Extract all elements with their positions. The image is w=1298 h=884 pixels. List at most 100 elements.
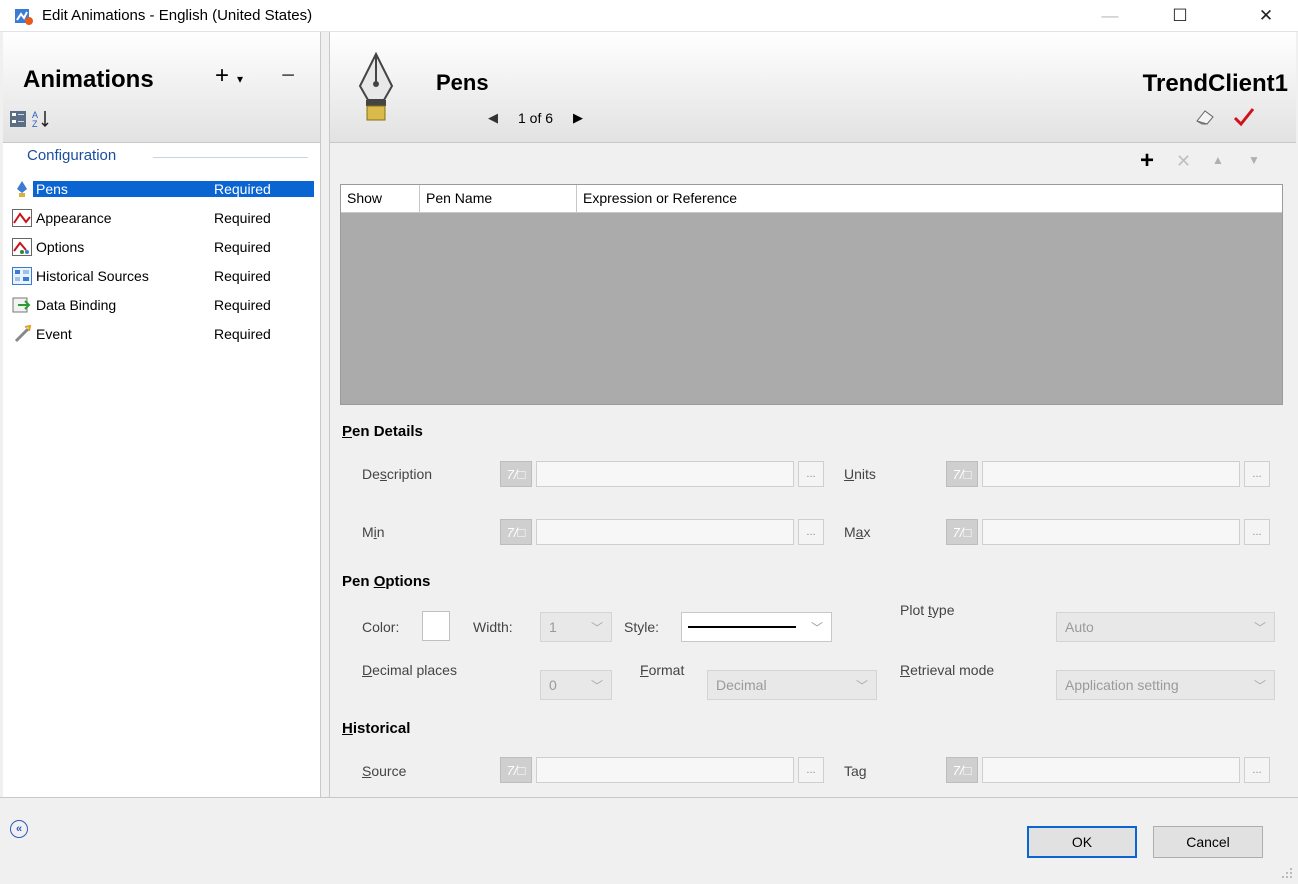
- client-name: TrendClient1: [1142, 70, 1288, 97]
- add-animation-button[interactable]: +: [215, 62, 229, 90]
- close-button[interactable]: ✕: [1243, 0, 1289, 31]
- format-select[interactable]: Decimal ﹀: [707, 670, 877, 700]
- units-label: Units: [844, 466, 876, 482]
- nav-item-historical-sources[interactable]: Historical Sources Required: [11, 263, 321, 289]
- decimal-places-label: Decimal places: [362, 662, 457, 678]
- delete-pen-icon[interactable]: ✕: [1176, 151, 1191, 172]
- retrieval-mode-label: Retrieval mode: [900, 662, 995, 678]
- source-field[interactable]: [536, 757, 794, 783]
- decimal-value: 0: [549, 677, 557, 693]
- historical-sources-icon: [11, 265, 33, 287]
- description-field[interactable]: [536, 461, 794, 487]
- nav-item-status: Required: [214, 297, 271, 313]
- width-label: Width:: [473, 619, 513, 635]
- nav-item-name: Historical Sources: [36, 268, 149, 284]
- data-binding-icon: [11, 294, 33, 316]
- configuration-section-label: Configuration: [27, 147, 117, 164]
- tag-expression-button[interactable]: 7/□: [946, 757, 978, 783]
- maximize-button[interactable]: ☐: [1157, 0, 1203, 31]
- add-pen-icon[interactable]: +: [1140, 149, 1154, 173]
- chevron-down-icon: ﹀: [590, 679, 603, 693]
- plot-type-select[interactable]: Auto ﹀: [1056, 612, 1275, 642]
- next-page-icon[interactable]: ▶: [573, 110, 583, 126]
- min-field[interactable]: [536, 519, 794, 545]
- tag-field[interactable]: [982, 757, 1240, 783]
- plot-type-label: Plot type: [900, 602, 955, 618]
- nav-item-status: Required: [214, 239, 271, 255]
- units-browse-button[interactable]: ...: [1244, 461, 1270, 487]
- color-swatch[interactable]: [422, 611, 450, 641]
- nav-item-status: Required: [212, 181, 314, 197]
- nav-item-appearance[interactable]: Appearance Required: [11, 205, 321, 231]
- eraser-icon[interactable]: [1194, 108, 1216, 129]
- page-title: Pens: [436, 70, 489, 95]
- resize-grip-icon[interactable]: [1280, 866, 1294, 883]
- minimize-button[interactable]: —: [1087, 0, 1133, 31]
- add-dropdown-icon[interactable]: ▾: [237, 72, 243, 86]
- min-expression-button[interactable]: 7/□: [500, 519, 532, 545]
- column-header-show[interactable]: Show: [341, 185, 420, 212]
- description-browse-button[interactable]: ...: [798, 461, 824, 487]
- chevron-down-icon: ﹀: [1253, 679, 1266, 693]
- width-value: 1: [549, 619, 557, 635]
- max-field[interactable]: [982, 519, 1240, 545]
- collapse-pane-icon[interactable]: «: [10, 820, 28, 838]
- table-header: Show Pen Name Expression or Reference: [341, 185, 1282, 213]
- categorized-view-icon[interactable]: [9, 110, 27, 131]
- left-header: Animations + ▾ − AZ: [3, 32, 320, 143]
- source-expression-button[interactable]: 7/□: [500, 757, 532, 783]
- min-browse-button[interactable]: ...: [798, 519, 824, 545]
- chevron-down-icon: ﹀: [590, 621, 603, 635]
- chevron-down-icon: ﹀: [855, 679, 868, 693]
- style-select[interactable]: ﹀: [681, 612, 832, 642]
- options-icon: [11, 236, 33, 258]
- tag-browse-button[interactable]: ...: [1244, 757, 1270, 783]
- section-divider: [153, 157, 308, 158]
- content-area: + ✕ ▲ ▼ Show Pen Name Expression or Refe…: [330, 143, 1296, 797]
- nav-item-data-binding[interactable]: Data Binding Required: [11, 292, 321, 318]
- remove-animation-button[interactable]: −: [281, 62, 295, 90]
- decimal-places-select[interactable]: 0 ﹀: [540, 670, 612, 700]
- app-icon: [14, 6, 34, 29]
- width-select[interactable]: 1 ﹀: [540, 612, 612, 642]
- pens-table[interactable]: Show Pen Name Expression or Reference: [340, 184, 1283, 405]
- max-expression-button[interactable]: 7/□: [946, 519, 978, 545]
- max-label: Max: [844, 524, 871, 540]
- units-field[interactable]: [982, 461, 1240, 487]
- nav-item-pens[interactable]: Pens Required: [11, 176, 321, 202]
- chevron-down-icon: ﹀: [810, 621, 823, 635]
- footer-divider: [0, 797, 1298, 798]
- previous-page-icon[interactable]: ◀: [488, 110, 498, 126]
- nav-item-name: Event: [36, 326, 72, 342]
- retrieval-value: Application setting: [1065, 677, 1179, 693]
- column-header-expression[interactable]: Expression or Reference: [577, 185, 1183, 212]
- retrieval-mode-select[interactable]: Application setting ﹀: [1056, 670, 1275, 700]
- move-down-icon[interactable]: ▼: [1248, 153, 1260, 167]
- page-indicator: 1 of 6: [518, 110, 554, 126]
- historical-heading: Historical: [342, 720, 411, 737]
- ok-button[interactable]: OK: [1027, 826, 1137, 858]
- line-style-preview: [688, 626, 796, 628]
- tag-label: Tag: [844, 763, 867, 779]
- nav-item-options[interactable]: Options Required: [11, 234, 321, 260]
- pager: ◀ 1 of 6 ▶: [488, 110, 583, 126]
- nav-item-event[interactable]: Event Required: [11, 321, 321, 347]
- style-label: Style:: [624, 619, 660, 635]
- min-label: Min: [362, 524, 385, 540]
- right-header: Pens ◀ 1 of 6 ▶ TrendClient1: [330, 32, 1296, 143]
- pen-icon: [11, 178, 33, 200]
- units-expression-button[interactable]: 7/□: [946, 461, 978, 487]
- sort-az-icon[interactable]: AZ: [31, 109, 51, 132]
- window-title: Edit Animations - English (United States…: [42, 7, 313, 24]
- max-browse-button[interactable]: ...: [1244, 519, 1270, 545]
- description-expression-button[interactable]: 7/□: [500, 461, 532, 487]
- color-label: Color:: [362, 619, 400, 635]
- right-pane: Pens ◀ 1 of 6 ▶ TrendClient1 + ✕ ▲ ▼ Sho…: [329, 32, 1296, 797]
- source-browse-button[interactable]: ...: [798, 757, 824, 783]
- nav-item-status: Required: [214, 268, 271, 284]
- move-up-icon[interactable]: ▲: [1212, 153, 1224, 167]
- nav-item-name: Pens: [33, 181, 212, 197]
- column-header-pen-name[interactable]: Pen Name: [420, 185, 577, 212]
- cancel-button[interactable]: Cancel: [1153, 826, 1263, 858]
- apply-checkmark-icon[interactable]: [1232, 106, 1256, 131]
